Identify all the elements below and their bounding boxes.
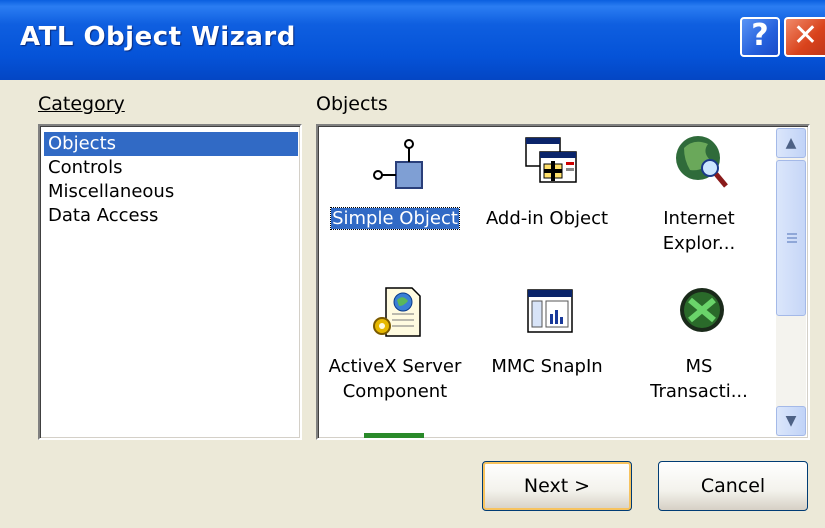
object-item-simple-object[interactable]: Simple Object (320, 132, 470, 272)
object-label-ms-transaction: MS Transacti... (650, 356, 748, 402)
scroll-down-button[interactable]: ▼ (776, 406, 806, 436)
category-listbox[interactable]: Objects Controls Miscellaneous Data Acce… (38, 124, 302, 440)
internet-explorer-icon (676, 136, 728, 188)
scroll-thumb[interactable] (776, 160, 806, 316)
category-item-controls[interactable]: Controls (44, 156, 122, 180)
objects-listbox[interactable]: Simple Object Add-in Object Internet Exp… (316, 124, 810, 440)
ms-transaction-icon (680, 288, 724, 332)
scroll-up-button[interactable]: ▲ (776, 128, 806, 158)
object-item-internet-explorer[interactable]: Internet Explor... (624, 132, 774, 272)
close-icon: ✕ (792, 18, 819, 53)
help-button[interactable]: ? (740, 17, 780, 57)
object-label-mmc-snapin: MMC SnapIn (491, 356, 603, 377)
chevron-up-icon: ▲ (785, 135, 797, 151)
object-item-activex-server-component[interactable]: ActiveX Server Component (320, 282, 470, 422)
object-item-ms-transaction[interactable]: MS Transacti... (624, 282, 774, 422)
category-label: Category (38, 93, 125, 115)
objects-label-text: Objects (316, 93, 388, 115)
chevron-down-icon: ▼ (785, 413, 797, 429)
cancel-button[interactable]: Cancel (658, 461, 808, 511)
object-label-add-in-object: Add-in Object (485, 208, 609, 229)
category-label-text: Category (38, 93, 125, 115)
category-item-miscellaneous[interactable]: Miscellaneous (44, 180, 174, 204)
object-item-add-in-object[interactable]: Add-in Object (472, 132, 622, 272)
category-item-objects[interactable]: Objects (44, 132, 298, 156)
title-bar[interactable]: ATL Object Wizard ? ✕ (0, 0, 825, 80)
next-button[interactable]: Next > (482, 461, 632, 511)
object-item-mmc-snapin[interactable]: MMC SnapIn (472, 282, 622, 422)
grip-icon (787, 233, 797, 245)
atl-object-wizard-dialog: ATL Object Wizard ? ✕ Category Objects O… (0, 0, 825, 528)
activex-server-component-icon (373, 287, 421, 337)
object-label-activex-server-component: ActiveX Server Component (328, 356, 462, 402)
mmc-snapin-icon (527, 289, 573, 333)
objects-label: Objects (316, 93, 388, 115)
objects-scrollbar[interactable]: ▲ ▼ (776, 128, 806, 436)
category-item-data-access[interactable]: Data Access (44, 204, 158, 228)
object-label-internet-explorer: Internet Explor... (662, 208, 736, 254)
add-in-object-icon (525, 137, 577, 183)
partial-object-icon (364, 433, 424, 438)
simple-object-icon (373, 139, 423, 189)
question-mark-icon: ? (751, 18, 769, 53)
object-label-simple-object-text: Simple Object (330, 207, 460, 230)
close-button[interactable]: ✕ (784, 17, 825, 57)
window-title: ATL Object Wizard (20, 22, 296, 52)
object-label-simple-object: Simple Object (320, 206, 470, 231)
